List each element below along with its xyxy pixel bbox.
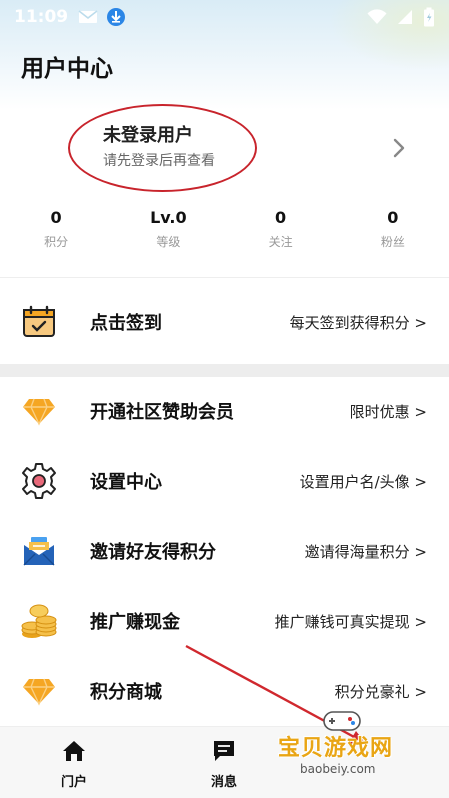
menu-item-subtitle: 推广赚钱可真实提现 >	[274, 612, 427, 631]
calendar-check-icon	[20, 303, 58, 341]
menu-item-subtitle: 邀请得海量积分 >	[304, 542, 427, 561]
message-icon	[214, 741, 234, 761]
coins-icon	[20, 602, 58, 640]
bottom-nav: 门户 消息	[0, 726, 449, 798]
stats-row: 0 积分 Lv.0 等级 0 关注 0 粉丝	[0, 208, 449, 258]
menu-item-points-mall[interactable]: 积分商城 积分兑豪礼 >	[0, 656, 449, 726]
menu-item-promote[interactable]: 推广赚现金 推广赚钱可真实提现 >	[0, 586, 449, 656]
stat-label: 关注	[268, 235, 293, 249]
login-username: 未登录用户	[103, 125, 193, 146]
stat-label: 积分	[44, 235, 69, 249]
gear-icon	[20, 462, 58, 500]
nav-portal[interactable]: 门户	[44, 739, 104, 790]
stat-following[interactable]: 0 关注	[225, 208, 337, 258]
menu-item-subtitle: 限时优惠 >	[349, 402, 427, 421]
stat-label: 等级	[156, 235, 181, 249]
download-icon	[107, 8, 126, 26]
menu-item-subtitle: 每天签到获得积分 >	[289, 313, 427, 332]
signal-icon	[398, 10, 412, 24]
menu-item-subtitle: 设置用户名/头像 >	[299, 472, 427, 491]
status-time: 11:09	[14, 7, 69, 27]
menu-item-title: 开通社区赞助会员	[90, 402, 234, 423]
menu-item-invite[interactable]: 邀请好友得积分 邀请得海量积分 >	[0, 516, 449, 586]
stat-value: Lv.0	[150, 208, 187, 227]
nav-label: 门户	[60, 775, 87, 790]
stat-value: 0	[387, 208, 399, 227]
diamond-icon	[20, 392, 58, 430]
stat-label: 粉丝	[380, 235, 405, 249]
status-bar: 11:09	[0, 0, 449, 34]
page-title: 用户中心	[21, 56, 113, 82]
stat-fans[interactable]: 0 粉丝	[337, 208, 449, 258]
wifi-icon	[367, 9, 387, 24]
diamond-icon	[20, 672, 58, 710]
stat-value: 0	[50, 208, 62, 227]
profile-login-area[interactable]: 未登录用户 请先登录后再查看	[0, 110, 449, 192]
stat-value: 0	[275, 208, 287, 227]
nav-label: 消息	[210, 775, 237, 790]
mail-icon	[78, 10, 98, 23]
stat-level[interactable]: Lv.0 等级	[112, 208, 224, 258]
menu-item-checkin[interactable]: 点击签到 每天签到获得积分 >	[0, 287, 449, 357]
menu-item-subtitle: 积分兑豪礼 >	[334, 682, 427, 701]
stat-points[interactable]: 0 积分	[0, 208, 112, 258]
nav-messages[interactable]: 消息	[194, 739, 254, 790]
battery-icon	[424, 7, 434, 27]
login-hint: 请先登录后再查看	[103, 153, 215, 169]
menu-item-title: 邀请好友得积分	[90, 542, 216, 563]
menu-item-title: 点击签到	[90, 313, 162, 334]
menu-item-settings[interactable]: 设置中心 设置用户名/头像 >	[0, 446, 449, 516]
menu-item-title: 推广赚现金	[90, 612, 180, 633]
menu-item-title: 设置中心	[90, 472, 162, 493]
divider	[0, 277, 449, 278]
envelope-icon	[20, 532, 58, 570]
home-icon	[63, 741, 85, 761]
menu-item-title: 积分商城	[90, 682, 162, 703]
chevron-right-icon[interactable]	[389, 136, 409, 160]
menu-item-sponsor-member[interactable]: 开通社区赞助会员 限时优惠 >	[0, 376, 449, 446]
